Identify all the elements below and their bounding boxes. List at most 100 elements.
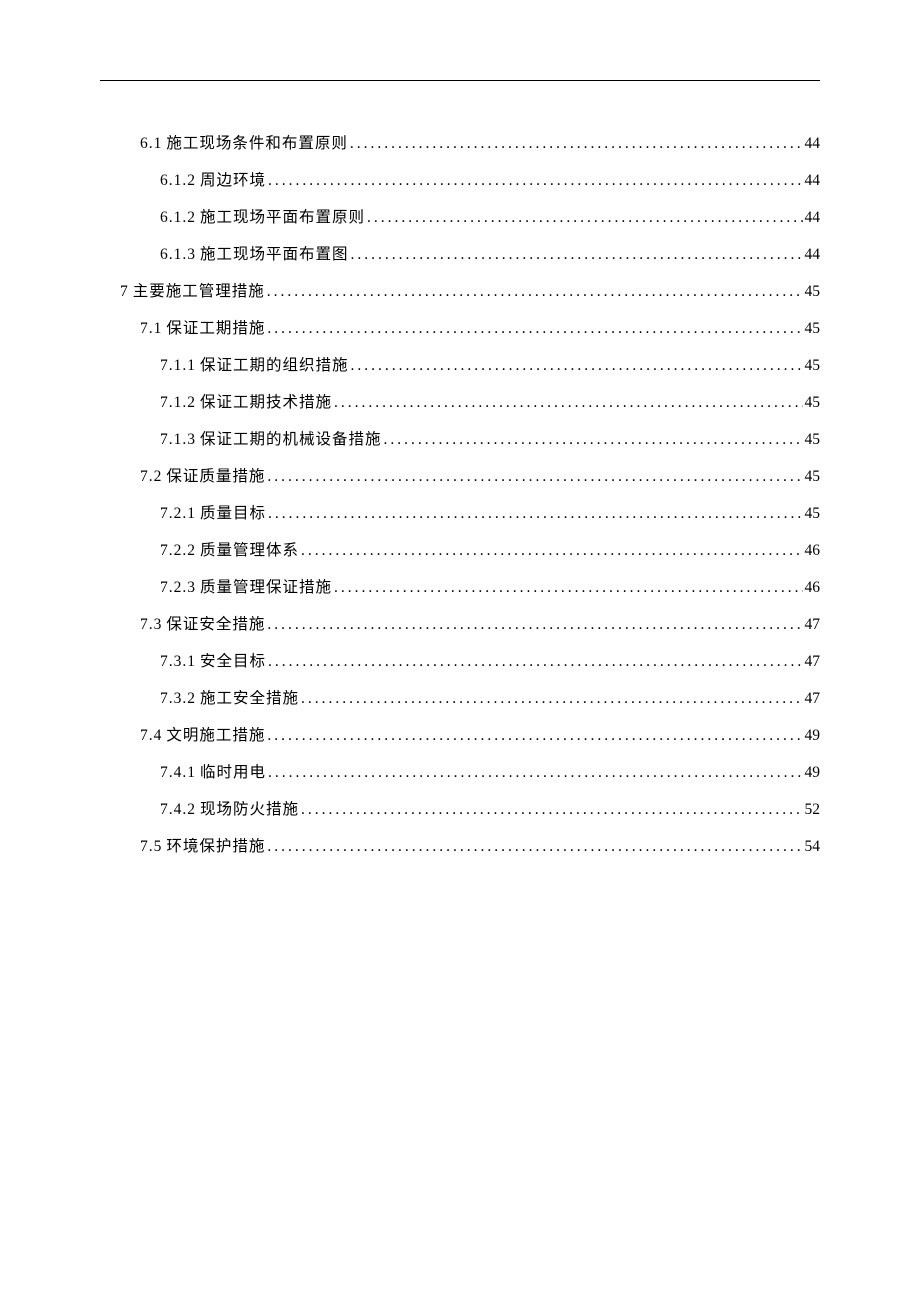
toc-leader-dots: ........................................… (268, 505, 802, 523)
toc-entry: 7.5环境保护措施...............................… (100, 834, 820, 856)
toc-entry-number: 6.1.3 (160, 246, 196, 264)
toc-entry-number: 7.5 (140, 838, 162, 856)
document-page: 6.1施工现场条件和布置原则..........................… (0, 0, 920, 856)
toc-entry-title: 周边环境 (200, 168, 266, 190)
toc-leader-dots: ........................................… (267, 727, 802, 745)
toc-leader-dots: ........................................… (268, 653, 802, 671)
toc-leader-dots: ........................................… (334, 394, 802, 412)
toc-entry-title: 保证工期措施 (166, 316, 265, 338)
toc-leader-dots: ........................................… (367, 209, 802, 227)
toc-entry-number: 7.3.1 (160, 653, 196, 671)
toc-entry-title: 保证工期的机械设备措施 (200, 427, 382, 449)
toc-entry-title: 施工安全措施 (200, 686, 299, 708)
toc-entry-title: 保证工期的组织措施 (200, 353, 349, 375)
toc-entry: 7.4.1临时用电...............................… (100, 760, 820, 782)
toc-entry: 7.1保证工期措施...............................… (100, 316, 820, 338)
toc-entry-number: 7.4.2 (160, 801, 196, 819)
toc-entry-number: 7.1 (140, 320, 162, 338)
toc-leader-dots: ........................................… (267, 468, 802, 486)
toc-entry-title: 保证质量措施 (166, 464, 265, 486)
toc-entry-page: 47 (805, 653, 821, 671)
toc-leader-dots: ........................................… (301, 801, 802, 819)
toc-entry-title: 临时用电 (200, 760, 266, 782)
toc-entry-title: 保证安全措施 (166, 612, 265, 634)
toc-entry-number: 7.3 (140, 616, 162, 634)
toc-entry-title: 施工现场平面布置图 (200, 242, 349, 264)
toc-entry-page: 45 (805, 283, 821, 301)
toc-entry: 7.1.2保证工期技术措施...........................… (100, 390, 820, 412)
toc-entry-page: 44 (805, 246, 821, 264)
toc-entry-page: 49 (805, 727, 821, 745)
toc-entry-number: 7.2.1 (160, 505, 196, 523)
toc-entry-title: 质量目标 (200, 501, 266, 523)
toc-entry-title: 施工现场平面布置原则 (200, 205, 365, 227)
toc-entry-title: 保证工期技术措施 (200, 390, 332, 412)
toc-entry: 6.1.3施工现场平面布置图..........................… (100, 242, 820, 264)
toc-entry-title: 主要施工管理措施 (133, 279, 265, 301)
toc-entry-title: 环境保护措施 (166, 834, 265, 856)
toc-entry-page: 44 (805, 209, 821, 227)
toc-entry-number: 7.2.3 (160, 579, 196, 597)
toc-entry-title: 施工现场条件和布置原则 (166, 131, 348, 153)
toc-leader-dots: ........................................… (267, 616, 802, 634)
toc-entry-number: 7.2.2 (160, 542, 196, 560)
toc-entry-number: 7.2 (140, 468, 162, 486)
toc-leader-dots: ........................................… (334, 579, 802, 597)
header-rule (100, 80, 820, 81)
toc-entry-page: 44 (805, 135, 821, 153)
toc-entry-title: 质量管理保证措施 (200, 575, 332, 597)
toc-entry-number: 7.1.1 (160, 357, 196, 375)
toc-entry: 6.1.2周边环境...............................… (100, 168, 820, 190)
toc-leader-dots: ........................................… (351, 246, 803, 264)
toc-entry: 7.3.1安全目标...............................… (100, 649, 820, 671)
toc-entry: 7.2.1质量目标...............................… (100, 501, 820, 523)
toc-leader-dots: ........................................… (268, 172, 802, 190)
toc-leader-dots: ........................................… (267, 283, 803, 301)
toc-entry-page: 45 (805, 394, 821, 412)
toc-entry: 7.3.2施工安全措施.............................… (100, 686, 820, 708)
toc-entry-number: 7.3.2 (160, 690, 196, 708)
toc-leader-dots: ........................................… (384, 431, 803, 449)
toc-entry-number: 6.1.2 (160, 172, 196, 190)
toc-entry-page: 47 (805, 690, 821, 708)
toc-entry: 7.2保证质量措施...............................… (100, 464, 820, 486)
toc-leader-dots: ........................................… (267, 838, 802, 856)
toc-entry-page: 49 (805, 764, 821, 782)
toc-entry: 7.4文明施工措施...............................… (100, 723, 820, 745)
toc-entry-page: 52 (805, 801, 821, 819)
toc-entry: 6.1施工现场条件和布置原则..........................… (100, 131, 820, 153)
toc-entry: 7.2.3质量管理保证措施...........................… (100, 575, 820, 597)
toc-entry-title: 现场防火措施 (200, 797, 299, 819)
toc-entry-number: 7.1.3 (160, 431, 196, 449)
toc-entry: 7主要施工管理措施...............................… (100, 279, 820, 301)
table-of-contents: 6.1施工现场条件和布置原则..........................… (100, 131, 820, 856)
toc-entry: 7.3保证安全措施...............................… (100, 612, 820, 634)
toc-entry-page: 44 (805, 172, 821, 190)
toc-entry-number: 7.4 (140, 727, 162, 745)
toc-entry-page: 46 (805, 579, 821, 597)
toc-leader-dots: ........................................… (301, 690, 802, 708)
toc-entry-title: 安全目标 (200, 649, 266, 671)
toc-entry-number: 6.1.2 (160, 209, 196, 227)
toc-entry-page: 47 (805, 616, 821, 634)
toc-entry-page: 46 (805, 542, 821, 560)
toc-entry: 7.1.3保证工期的机械设备措施........................… (100, 427, 820, 449)
toc-entry-title: 质量管理体系 (200, 538, 299, 560)
toc-leader-dots: ........................................… (268, 764, 802, 782)
toc-entry: 7.2.2质量管理体系.............................… (100, 538, 820, 560)
toc-leader-dots: ........................................… (301, 542, 802, 560)
toc-leader-dots: ........................................… (351, 357, 803, 375)
toc-entry-number: 7.4.1 (160, 764, 196, 782)
toc-entry: 7.1.1保证工期的组织措施..........................… (100, 353, 820, 375)
toc-entry-number: 6.1 (140, 135, 162, 153)
toc-leader-dots: ........................................… (267, 320, 802, 338)
toc-entry-title: 文明施工措施 (166, 723, 265, 745)
toc-entry-page: 45 (805, 468, 821, 486)
toc-entry-page: 45 (805, 357, 821, 375)
toc-entry: 6.1.2施工现场平面布置原则.........................… (100, 205, 820, 227)
toc-leader-dots: ........................................… (350, 135, 803, 153)
toc-entry: 7.4.2现场防火措施.............................… (100, 797, 820, 819)
toc-entry-page: 54 (805, 838, 821, 856)
toc-entry-page: 45 (805, 431, 821, 449)
toc-entry-number: 7 (120, 283, 129, 301)
